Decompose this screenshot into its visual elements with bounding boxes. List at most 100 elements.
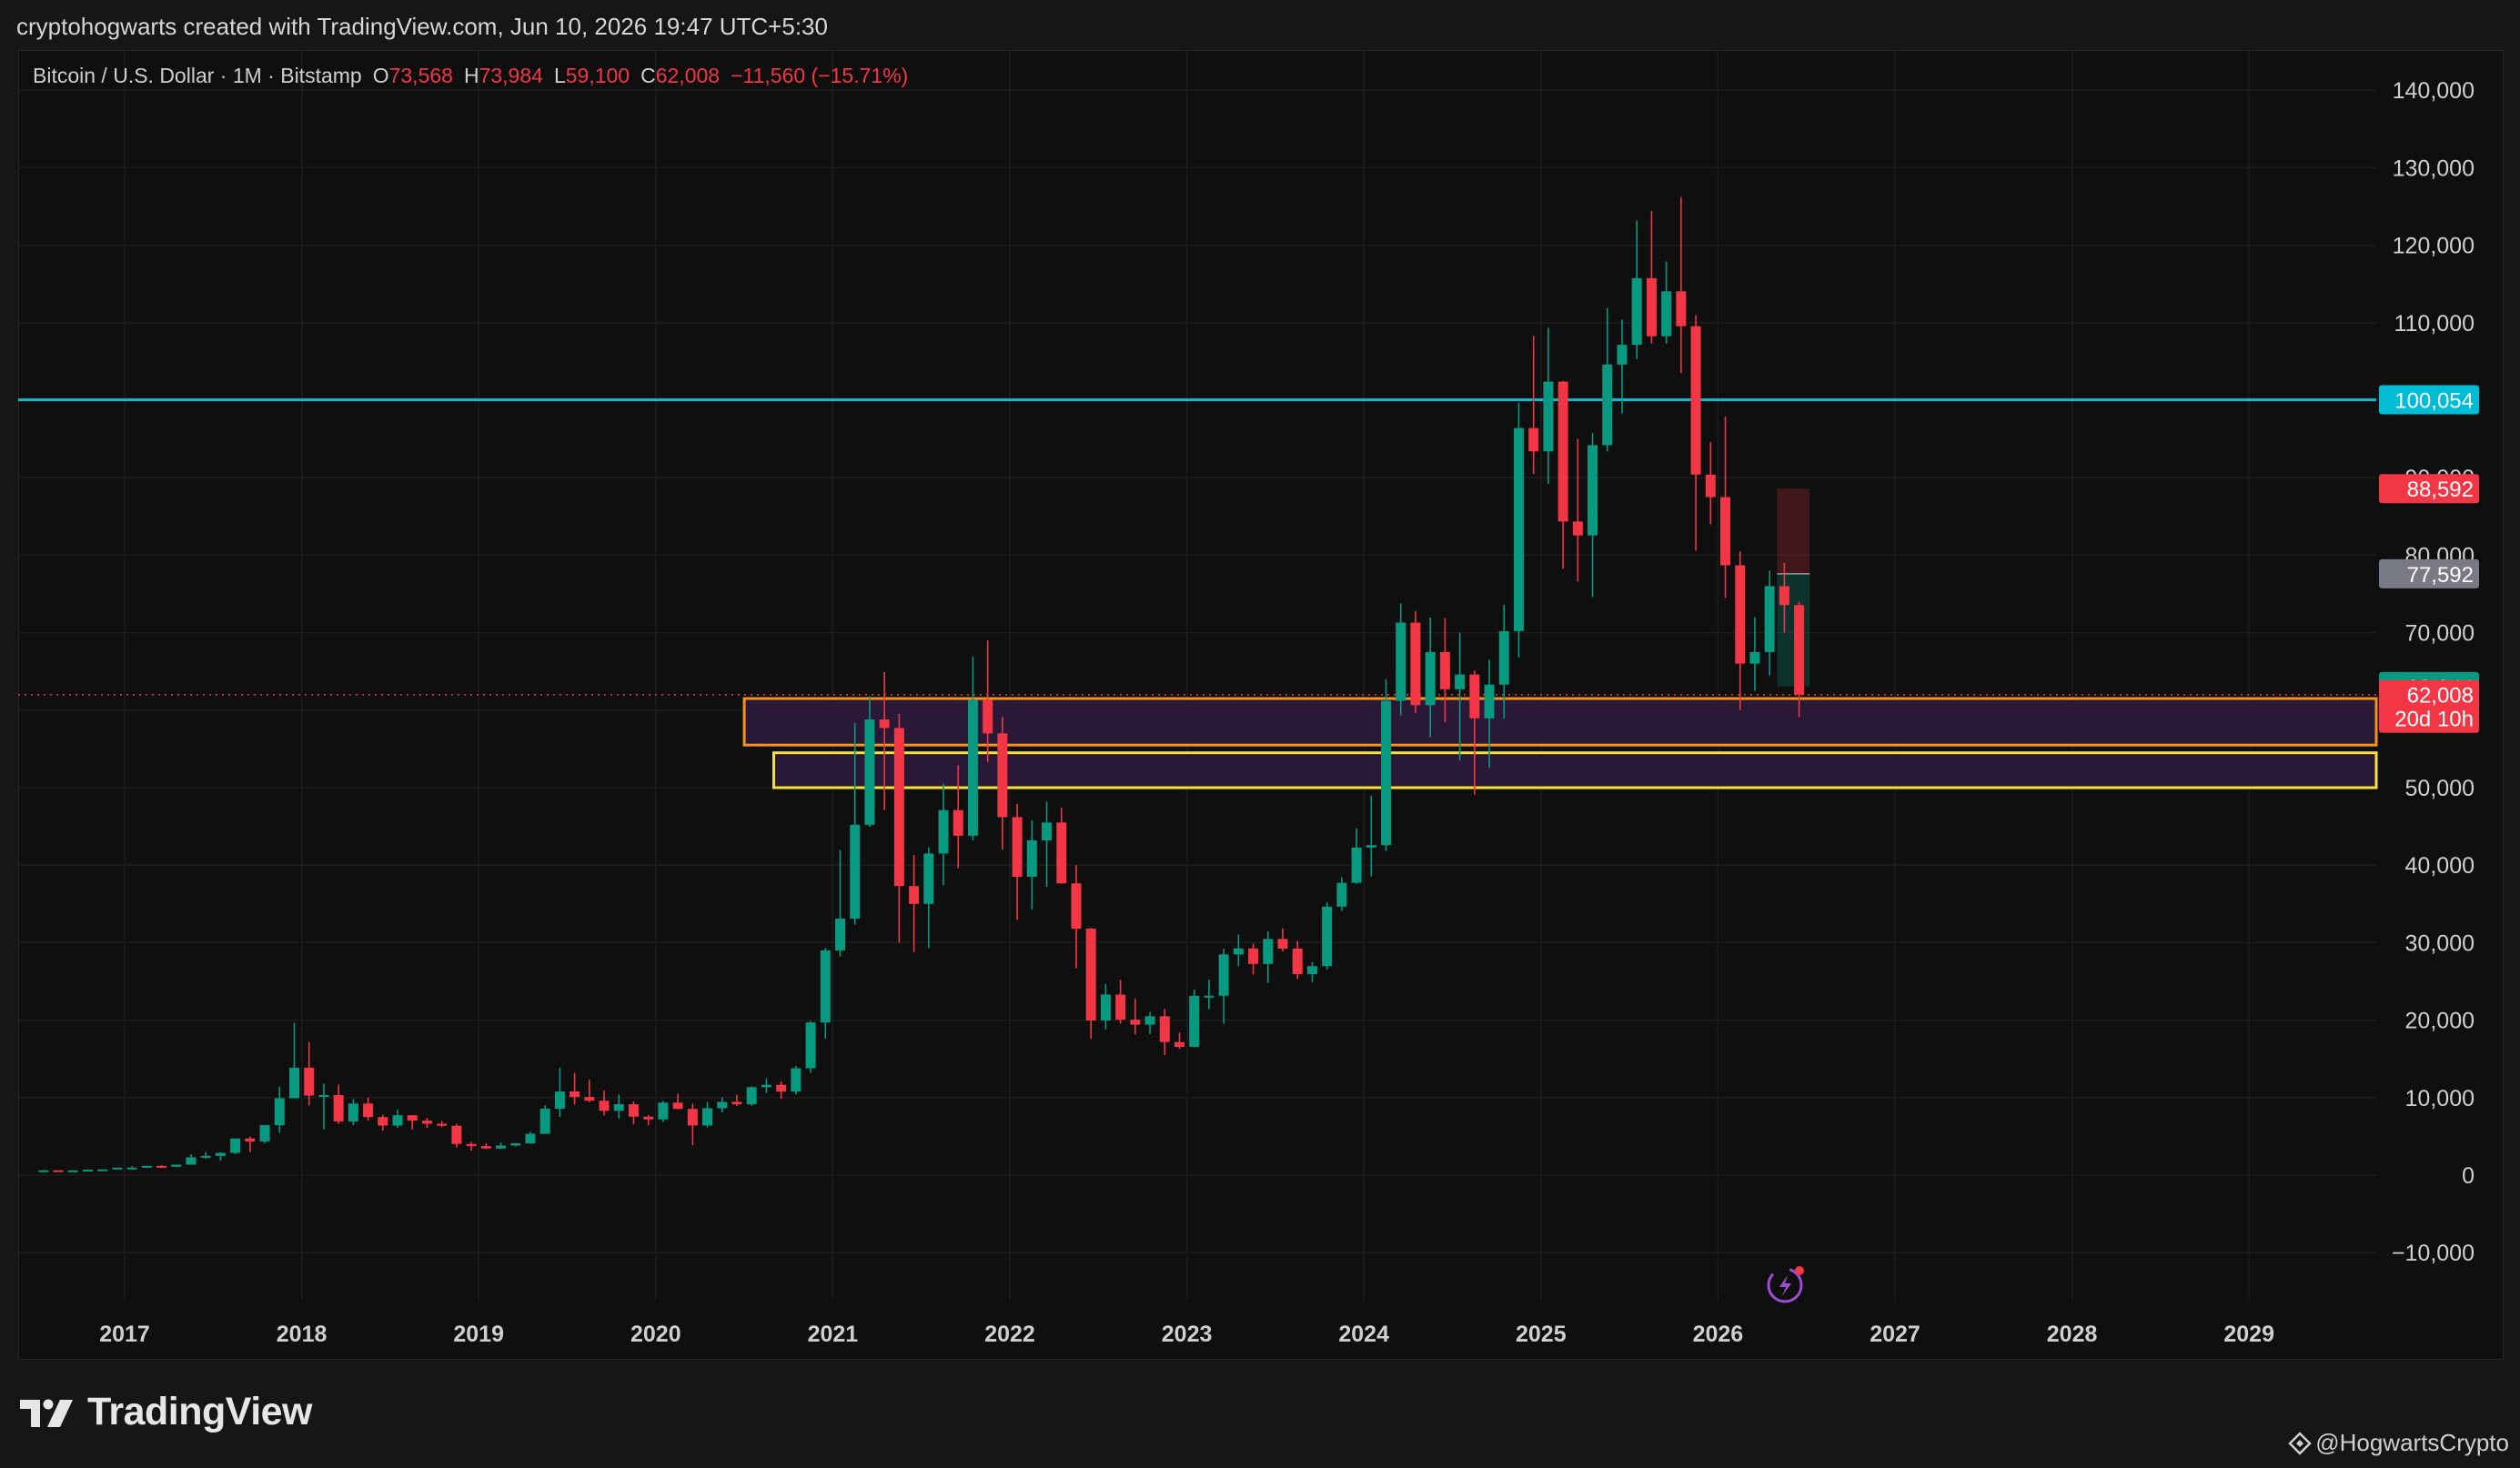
candle-body-up (539, 1108, 550, 1134)
candle-body-down (1115, 994, 1126, 1021)
candle-body-down (997, 733, 1008, 818)
change-value: −11,560 (−15.71%) (731, 64, 909, 87)
candle-body-up (288, 1067, 299, 1099)
candle-body-up (126, 1167, 137, 1170)
candle-body-up (850, 824, 861, 919)
x-axis-tick-label: 2021 (808, 1322, 859, 1347)
candle-body-up (112, 1167, 123, 1170)
candle-body-down (1794, 605, 1805, 695)
candle-body-up (259, 1125, 270, 1142)
candle-body-up (348, 1103, 358, 1121)
symbol-title: Bitcoin / U.S. Dollar · 1M · Bitstamp (33, 64, 362, 87)
candle-body-down (1735, 565, 1746, 664)
candle-body-up (510, 1143, 521, 1146)
candle-body-up (1144, 1016, 1155, 1025)
candle-body-down (570, 1091, 580, 1098)
candle-body-down (1410, 622, 1421, 706)
candle-body-down (407, 1115, 418, 1121)
candle-body-up (938, 809, 949, 854)
candle-body-down (687, 1109, 698, 1126)
candle-body-down (1572, 521, 1583, 536)
y-axis-tick-label: 120,000 (2393, 234, 2475, 259)
candle-body-up (1617, 345, 1628, 365)
candle-body-down (480, 1146, 491, 1149)
snapshot-dot (1795, 1266, 1804, 1275)
candle-body-up (805, 1022, 816, 1069)
candle-body-up (1396, 622, 1406, 701)
candle-body-up (717, 1101, 728, 1109)
candle-body-down (909, 886, 920, 904)
x-axis-tick-label: 2019 (453, 1322, 504, 1347)
price-chart[interactable]: −10,000010,00020,00030,00040,00050,00060… (0, 0, 2520, 1468)
candle-body-up (274, 1098, 285, 1126)
y-axis-tick-label: 20,000 (2405, 1009, 2475, 1034)
candle-body-up (1602, 364, 1613, 446)
x-axis-tick-label: 2023 (1162, 1322, 1213, 1347)
candle-body-up (1366, 845, 1376, 848)
y-axis-tick-label: 30,000 (2405, 930, 2475, 956)
candle-body-down (599, 1101, 610, 1111)
candle-body-up (141, 1165, 152, 1168)
author-handle: @HogwartsCrypto (2315, 1429, 2509, 1456)
candle-body-down (1130, 1020, 1141, 1025)
x-axis-tick-label: 2025 (1516, 1322, 1567, 1347)
candle-body-up (1498, 630, 1509, 685)
candle-body-down (378, 1117, 388, 1126)
y-axis-tick-label: 130,000 (2393, 156, 2475, 181)
candle-body-up (215, 1152, 226, 1156)
candle-body-up (82, 1170, 93, 1172)
candle-body-down (1085, 929, 1096, 1021)
tradingview-brand[interactable]: TradingView (20, 1390, 313, 1434)
close-label: C (640, 64, 656, 87)
candle-body-up (1026, 840, 1037, 877)
candle-body-up (1189, 995, 1200, 1047)
low-label: L (553, 64, 566, 87)
candle-body-up (1631, 277, 1642, 346)
candle-body-up (1100, 994, 1111, 1021)
candle-body-down (1292, 948, 1303, 974)
candle-body-up (318, 1094, 329, 1097)
brand-name: TradingView (87, 1390, 313, 1433)
candle-body-down (1012, 817, 1023, 877)
candle-body-up (702, 1108, 713, 1126)
y-axis-tick-label: 140,000 (2393, 78, 2475, 104)
candle-body-up (67, 1170, 78, 1172)
author-attribution: @HogwartsCrypto (2288, 1429, 2509, 1457)
x-axis-tick-label: 2026 (1693, 1322, 1744, 1347)
x-axis-tick-label: 2022 (984, 1322, 1035, 1347)
candle-body-up (1233, 948, 1244, 955)
candle-body-up (923, 853, 934, 904)
candle-body-up (967, 699, 978, 836)
candle-body-up (791, 1068, 801, 1092)
candle-body-up (230, 1138, 241, 1153)
candle-body-up (1513, 427, 1524, 631)
candle-body-down (1779, 586, 1789, 606)
candle-body-down (776, 1084, 787, 1092)
candle-body-down (1705, 474, 1716, 498)
open-value: 73,568 (388, 64, 453, 87)
candle-body-down (245, 1138, 256, 1142)
candle-body-down (53, 1170, 64, 1172)
candle-body-down (628, 1104, 639, 1117)
candle-body-down (643, 1116, 654, 1120)
candle-body-up (1749, 651, 1760, 664)
candle-body-up (1204, 995, 1215, 998)
yellow-support-zone (772, 751, 2378, 789)
candle-body-down (333, 1094, 344, 1121)
candle-body-up (97, 1169, 108, 1171)
high-label: H (463, 64, 479, 87)
candle-body-down (983, 699, 993, 734)
y-axis-tick-label: 40,000 (2405, 853, 2475, 879)
candle-body-down (1690, 326, 1701, 475)
candle-body-up (554, 1091, 565, 1109)
candle-body-up (496, 1145, 507, 1149)
candle-body-down (466, 1143, 477, 1147)
candle-body-up (38, 1170, 49, 1172)
open-label: O (372, 64, 389, 87)
candle-body-down (1439, 651, 1450, 689)
high-value: 73,984 (479, 64, 543, 87)
y-axis-tick-label: −10,000 (2392, 1241, 2475, 1266)
candle-body-up (1351, 847, 1362, 883)
candle-body-down (1159, 1016, 1170, 1042)
candle-body-up (1336, 882, 1347, 907)
